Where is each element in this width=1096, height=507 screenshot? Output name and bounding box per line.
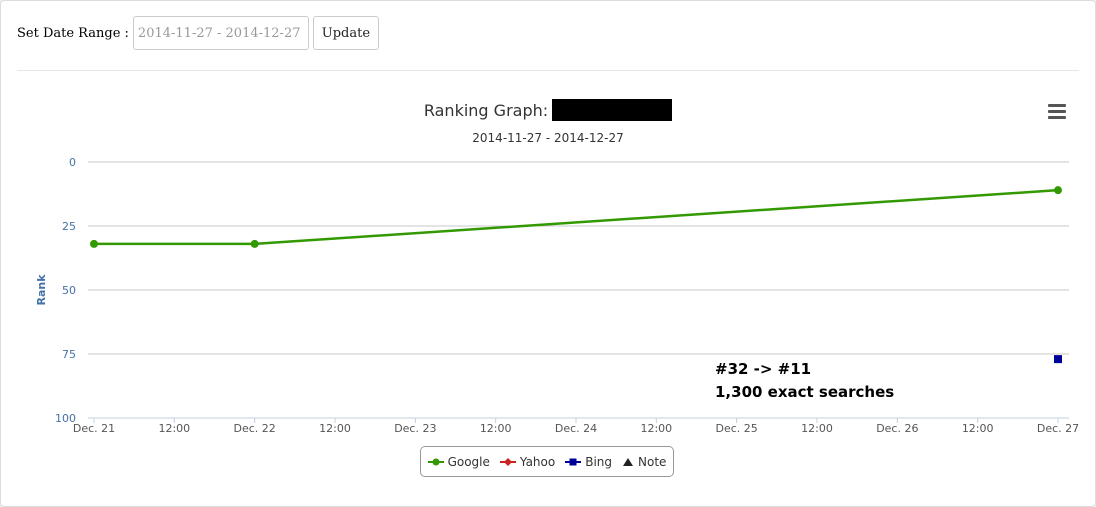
- y-tick-label: 25: [62, 220, 76, 233]
- chart-legend: Google Yahoo Bing Note: [420, 446, 674, 477]
- legend-yahoo-symbol-icon: [499, 457, 516, 466]
- legend-label-note: Note: [638, 454, 667, 469]
- legend-google-symbol-icon: [427, 458, 444, 465]
- legend-item-note[interactable]: Note: [622, 455, 666, 469]
- y-tick-label: 50: [62, 284, 76, 297]
- x-tick-label: 12:00: [801, 422, 833, 435]
- chart-annotation: #32 -> #11 1,300 exact searches: [715, 358, 894, 404]
- redacted-domain: [552, 99, 673, 121]
- chart-title-row: Ranking Graph:: [0, 99, 1096, 121]
- legend-note-triangle-icon: [623, 457, 634, 466]
- y-tick-label: 75: [62, 348, 76, 361]
- x-tick-label: Dec. 27: [1037, 422, 1079, 435]
- x-tick-label: Dec. 22: [234, 422, 276, 435]
- x-tick-label: Dec. 21: [73, 422, 115, 435]
- series-line-google: [94, 188, 1059, 246]
- legend-bing-symbol-icon: [565, 458, 582, 465]
- legend-label-bing: Bing: [585, 454, 613, 469]
- legend-label-google: Google: [447, 454, 490, 469]
- legend-item-yahoo[interactable]: Yahoo: [499, 454, 556, 469]
- data-point-google: [250, 239, 259, 248]
- legend-label-yahoo: Yahoo: [519, 454, 556, 469]
- y-axis-title: Rank: [35, 274, 48, 306]
- hamburger-menu-icon[interactable]: [1046, 104, 1068, 122]
- x-tick-label: 12:00: [962, 422, 994, 435]
- x-tick-label: 12:00: [158, 422, 190, 435]
- legend-item-bing[interactable]: Bing: [565, 455, 612, 469]
- data-point-google: [1054, 186, 1062, 195]
- data-point-google: [90, 239, 98, 248]
- x-tick-label: 12:00: [480, 422, 512, 435]
- annotation-line-1: #32 -> #11: [715, 360, 812, 378]
- x-tick-label: Dec. 26: [876, 422, 918, 435]
- ranking-chart: 0255075100RankDec. 21 12:00 Dec. 22 12:00 De…: [35, 156, 1079, 435]
- chart-title: Ranking Graph:: [423, 101, 549, 120]
- data-point-bing: [1054, 355, 1062, 364]
- y-tick-label: 0: [69, 156, 76, 169]
- x-tick-label: Dec. 25: [716, 422, 758, 435]
- x-tick-label: 12:00: [640, 422, 672, 435]
- x-tick-label: Dec. 24: [555, 422, 597, 435]
- annotation-line-2: 1,300 exact searches: [715, 383, 895, 401]
- chart-subtitle: 2014-11-27 - 2014-12-27: [472, 131, 624, 145]
- legend-item-google[interactable]: Google: [427, 454, 490, 469]
- x-tick-label: Dec. 23: [394, 422, 436, 435]
- x-tick-label: 12:00: [319, 422, 351, 435]
